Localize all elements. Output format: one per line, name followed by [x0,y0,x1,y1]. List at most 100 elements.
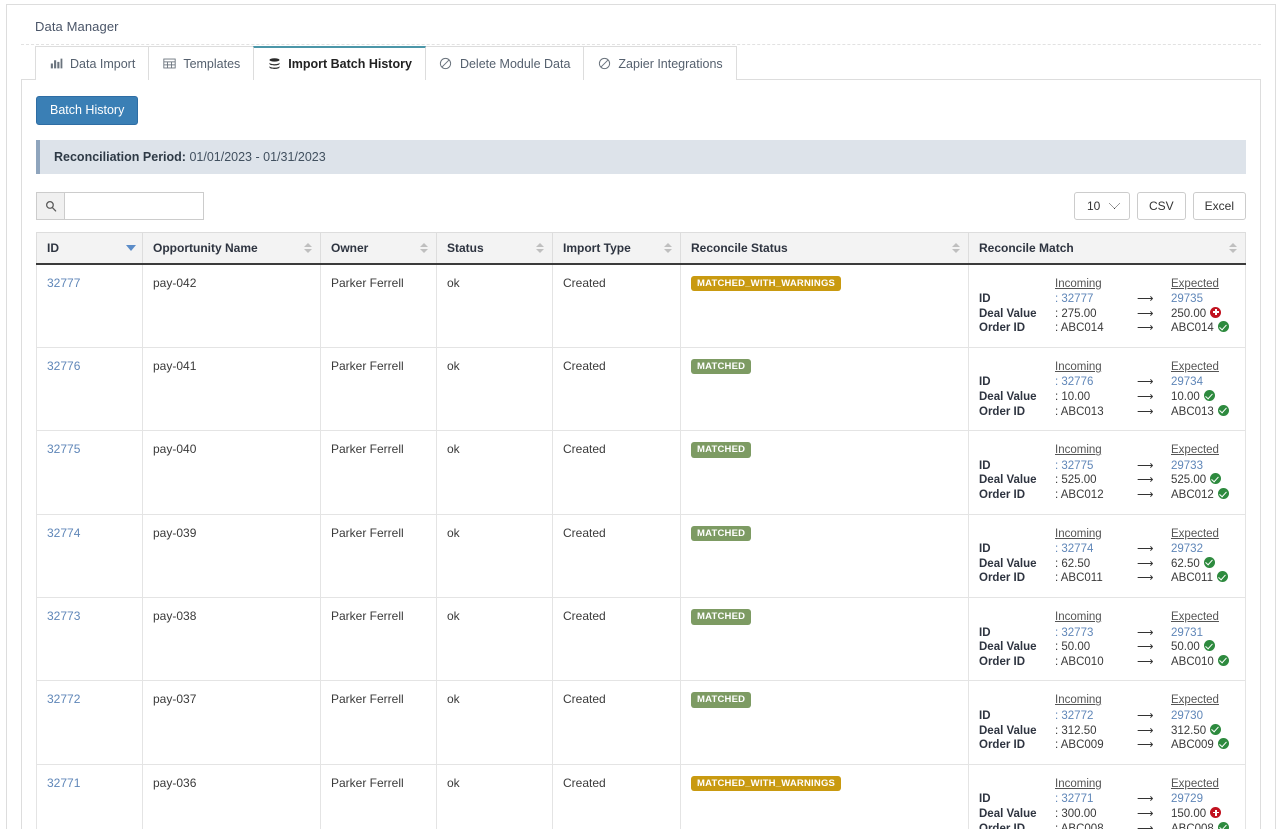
column-header-owner[interactable]: Owner [320,231,437,265]
match-label-deal-value: Deal Value [979,641,1037,654]
match-expected-order-id: ABC014 [1171,321,1235,336]
column-header-label: Import Type [563,240,631,255]
match-expected-deal-value: 50.00 [1171,640,1235,655]
row-id-link[interactable]: 32775 [47,442,80,456]
cell-status: ok [436,263,553,348]
incoming-header: Incoming [1055,277,1102,290]
match-expected-deal-value: 10.00 [1171,390,1235,405]
cell-reconcile-status: MATCHED [680,346,969,432]
column-header-status[interactable]: Status [436,231,553,265]
table-row: 32771 pay-036 Parker Ferrell ok Created MATCH… [36,763,1246,829]
cell-status: ok [436,513,553,599]
cell-opportunity-name: pay-037 [142,680,321,765]
tab-label: Zapier Integrations [618,56,723,71]
expected-header: Expected [1171,694,1219,707]
expected-header: Expected [1171,777,1219,790]
cell-status: ok [436,346,553,432]
match-label-order-id: Order ID [979,655,1026,668]
expected-header: Expected [1171,611,1219,623]
incoming-header: Incoming [1055,527,1102,540]
column-header-label: ID [47,240,59,255]
row-id-link[interactable]: 32774 [47,526,80,540]
column-header-label: Owner [331,240,369,255]
cell-owner: Parker Ferrell [320,596,437,682]
batch-history-table: ID Opportunity Name Owner Status Import Type… [36,231,1246,829]
match-expected-id: 29729 [1171,793,1203,806]
export-excel-button[interactable]: Excel [1192,191,1246,220]
row-id-link[interactable]: 32771 [47,776,80,790]
cell-reconcile-status: MATCHED_WITH_WARNINGS [680,263,969,348]
reconcile-match-block: Incoming Expected ID: 32775 ⟶ 29733 Deal Valu… [979,442,1235,502]
row-id-link[interactable]: 32776 [47,359,80,373]
cell-status: ok [436,596,553,682]
cell-opportunity-name: pay-036 [142,763,321,829]
arrow-icon: ⟶ [1137,293,1154,306]
tab-label: Import Batch History [288,57,412,71]
row-id-link[interactable]: 32772 [47,692,80,706]
arrow-icon: ⟶ [1137,489,1154,502]
tab-templates[interactable]: Templates [148,46,255,80]
column-header-label: Reconcile Match [979,240,1074,255]
status-badge: MATCHED [691,692,752,708]
page-size-select[interactable]: 102550100 [1073,191,1130,220]
sort-indicator-icon[interactable] [952,242,960,254]
expected-header: Expected [1171,527,1219,540]
match-expected-id: 29730 [1171,709,1203,722]
cell-reconcile-match: Incoming Expected ID: 32774 ⟶ 29732 Deal Valu… [968,513,1246,599]
incoming-header: Incoming [1055,444,1102,457]
sort-indicator-icon[interactable] [664,242,672,254]
table-row: 32772 pay-037 Parker Ferrell ok Created MATCH… [36,680,1246,765]
tab-data-import[interactable]: Data Import [35,46,150,80]
status-badge: MATCHED [691,609,752,625]
match-ok-icon [1217,404,1229,416]
column-header-reconcile-status[interactable]: Reconcile Status [680,231,969,265]
column-header-opportunity-name[interactable]: Opportunity Name [142,231,321,265]
tab-delete-module-data[interactable]: Delete Module Data [424,46,585,80]
tab-zapier-integrations[interactable]: Zapier Integrations [583,46,737,80]
incoming-header: Incoming [1055,360,1102,373]
table-row: 32774 pay-039 Parker Ferrell ok Created MATCH… [36,513,1246,599]
arrow-icon: ⟶ [1137,641,1154,654]
arrow-icon: ⟶ [1137,807,1154,820]
row-id-link[interactable]: 32773 [47,609,80,623]
app-window: Data Manager Data Import Templates Import … [0,0,1280,829]
sort-indicator-icon[interactable] [536,242,544,254]
match-label-order-id: Order ID [979,489,1026,502]
arrow-icon: ⟶ [1137,543,1154,556]
cell-id: 32777 [36,263,143,348]
column-header-id[interactable]: ID [36,231,143,265]
table-toolbar: 102550100 CSV Excel [36,191,1246,220]
sort-indicator-icon[interactable] [420,242,428,254]
reconcile-match-block: Incoming Expected ID: 32776 ⟶ 29734 Deal Valu… [979,359,1235,419]
sort-indicator-icon[interactable] [304,242,312,254]
column-header-reconcile-match[interactable]: Reconcile Match [968,231,1246,265]
arrow-icon: ⟶ [1137,391,1154,404]
match-incoming-deal-value: : 275.00 [1055,307,1097,320]
cell-reconcile-match: Incoming Expected ID: 32771 ⟶ 29729 Deal Valu… [968,763,1246,829]
cell-owner: Parker Ferrell [320,346,437,432]
ban-icon [597,57,611,71]
match-incoming-order-id: : ABC013 [1055,405,1104,418]
match-ok-icon [1203,640,1215,652]
cell-reconcile-match: Incoming Expected ID: 32777 ⟶ 29735 Deal Valu… [968,263,1246,348]
match-label-order-id: Order ID [979,322,1026,335]
cell-import-type: Created [552,346,681,432]
sort-indicator-icon[interactable] [1229,242,1237,254]
row-id-link[interactable]: 32777 [47,276,80,290]
column-header-import-type[interactable]: Import Type [552,231,681,265]
tab-import-batch-history[interactable]: Import Batch History [253,46,426,80]
match-incoming-id: : 32771 [1055,793,1094,806]
batch-history-panel: Batch History Reconciliation Period: 01/… [21,80,1261,829]
batch-history-button[interactable]: Batch History [36,96,139,125]
search-input[interactable] [64,191,204,220]
match-label-deal-value: Deal Value [979,391,1037,404]
export-csv-button[interactable]: CSV [1136,191,1186,220]
table-tools-right: 102550100 CSV Excel [1073,191,1246,220]
sort-indicator-icon[interactable] [126,242,136,254]
column-header-label: Status [447,240,484,255]
